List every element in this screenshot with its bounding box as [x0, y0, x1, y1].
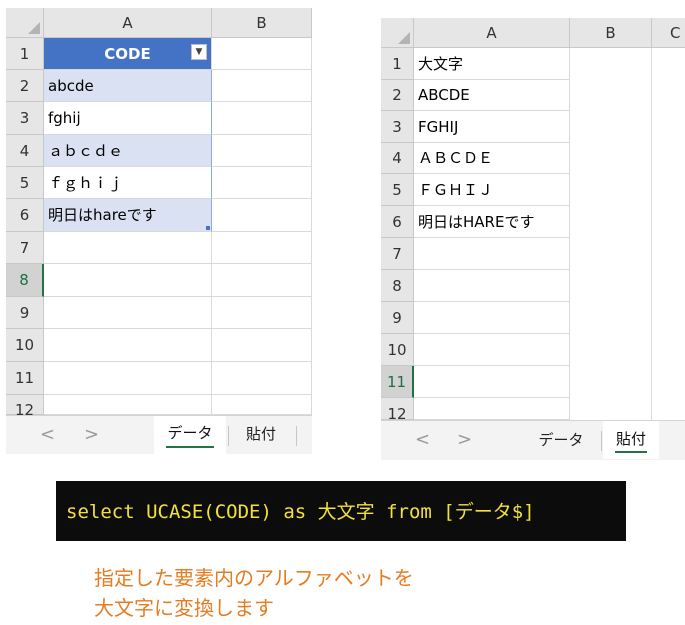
empty-cell[interactable]	[212, 362, 312, 395]
row-header[interactable]: 10	[6, 329, 44, 362]
row-header[interactable]: 11	[6, 362, 44, 395]
empty-cell[interactable]	[44, 297, 212, 329]
row-header[interactable]: 12	[6, 395, 44, 419]
row-header[interactable]: 4	[381, 143, 414, 174]
tab-label: 貼付	[615, 430, 646, 448]
tab-label: データ	[538, 431, 584, 449]
active-tab-underline	[166, 446, 214, 448]
empty-cell[interactable]	[212, 70, 312, 102]
empty-cell[interactable]	[414, 302, 570, 334]
column-header-a[interactable]: A	[44, 8, 212, 38]
table-cell[interactable]: ｆｇｈｉｊ	[44, 167, 212, 199]
table-header-code[interactable]: CODE ▼	[44, 38, 212, 70]
cell[interactable]: ＡＢＣＤＥ	[414, 143, 570, 174]
row-header-selected[interactable]: 11	[381, 366, 414, 398]
cell[interactable]: ＦＧＨＩＪ	[414, 174, 570, 206]
filter-dropdown-icon[interactable]: ▼	[191, 44, 207, 60]
table-header-label: CODE	[104, 45, 151, 63]
empty-cell[interactable]	[570, 48, 652, 420]
row-header[interactable]: 4	[6, 135, 44, 167]
empty-cell[interactable]	[44, 395, 212, 415]
row-header[interactable]: 2	[6, 70, 44, 102]
empty-cell[interactable]	[212, 167, 312, 199]
table-cell-text: 明日はhareです	[48, 206, 157, 224]
row-header[interactable]: 12	[381, 398, 414, 423]
tab-paste[interactable]: 貼付	[230, 416, 292, 454]
row-header[interactable]: 10	[381, 334, 414, 366]
tab-label: データ	[167, 424, 213, 442]
cell[interactable]: FGHIJ	[414, 111, 570, 143]
row-header[interactable]: 9	[6, 297, 44, 329]
tab-divider	[601, 431, 602, 451]
row-header[interactable]: 5	[381, 174, 414, 206]
tab-scroll-prev-icon[interactable]: <	[415, 429, 430, 450]
empty-cell[interactable]	[212, 102, 312, 135]
empty-cell[interactable]	[414, 334, 570, 366]
row-header[interactable]: 2	[381, 80, 414, 111]
table-cell[interactable]: fghij	[44, 102, 212, 135]
empty-cell[interactable]	[212, 395, 312, 415]
row-header[interactable]: 1	[6, 38, 44, 70]
select-all-corner[interactable]	[6, 8, 44, 38]
row-header[interactable]: 3	[6, 102, 44, 135]
empty-cell[interactable]	[212, 297, 312, 329]
column-header-a[interactable]: A	[414, 18, 570, 48]
row-header[interactable]: 5	[6, 167, 44, 199]
tab-divider	[228, 426, 229, 446]
tab-label: 貼付	[245, 425, 276, 443]
sheet-tab-bar: < > データ 貼付	[381, 420, 685, 460]
empty-cell[interactable]	[414, 398, 570, 420]
empty-cell[interactable]	[44, 232, 212, 264]
tab-divider	[296, 426, 297, 446]
empty-cell[interactable]	[212, 199, 312, 232]
empty-cell[interactable]	[652, 48, 685, 420]
empty-cell[interactable]	[44, 329, 212, 362]
row-header[interactable]: 7	[381, 238, 414, 270]
empty-cell[interactable]	[212, 232, 312, 264]
sql-statement: select UCASE(CODE) as 大文字 from [データ$]	[66, 501, 535, 523]
empty-cell[interactable]	[414, 238, 570, 270]
left-spreadsheet: A B 1 2 3 4 5 6 7 8 9 10 11 12 CODE ▼ ab…	[6, 8, 312, 454]
right-spreadsheet: A B C 1 2 3 4 5 6 7 8 9 10 11 12 大文字 ABC…	[381, 18, 685, 460]
tab-scroll-next-icon[interactable]: >	[457, 429, 472, 450]
row-header[interactable]: 8	[381, 270, 414, 302]
empty-cell[interactable]	[212, 329, 312, 362]
table-cell[interactable]: ａｂｃｄｅ	[44, 135, 212, 167]
row-header[interactable]: 1	[381, 48, 414, 80]
column-header-c[interactable]: C	[652, 18, 685, 48]
column-header-b[interactable]: B	[212, 8, 312, 38]
tab-scroll-prev-icon[interactable]: <	[40, 424, 55, 445]
cell[interactable]: 明日はHAREです	[414, 206, 570, 238]
row-header[interactable]: 3	[381, 111, 414, 143]
active-tab-underline	[615, 451, 647, 453]
caption-line: 大文字に変換します	[94, 596, 274, 620]
select-all-corner[interactable]	[381, 18, 414, 48]
empty-cell[interactable]	[44, 264, 212, 297]
row-header-selected[interactable]: 8	[6, 264, 44, 297]
empty-cell[interactable]	[212, 264, 312, 297]
table-resize-handle[interactable]	[206, 226, 210, 230]
empty-cell[interactable]	[414, 366, 570, 398]
caption-line: 指定した要素内のアルファベットを	[94, 566, 414, 590]
table-cell[interactable]: abcde	[44, 70, 212, 102]
empty-cell[interactable]	[44, 362, 212, 395]
row-header[interactable]: 6	[381, 206, 414, 238]
tab-data[interactable]: データ	[154, 416, 226, 454]
column-header-b[interactable]: B	[570, 18, 652, 48]
cell[interactable]: 大文字	[414, 48, 570, 80]
cell[interactable]: ABCDE	[414, 80, 570, 111]
row-header[interactable]: 7	[6, 232, 44, 264]
empty-cell[interactable]	[212, 135, 312, 167]
tab-paste[interactable]: 貼付	[603, 421, 659, 459]
sheet-tab-bar: < > データ 貼付	[6, 415, 312, 454]
sql-code-box: select UCASE(CODE) as 大文字 from [データ$]	[56, 481, 626, 541]
empty-cell[interactable]	[414, 270, 570, 302]
tab-scroll-next-icon[interactable]: >	[84, 424, 99, 445]
tab-data[interactable]: データ	[531, 421, 591, 459]
row-header[interactable]: 9	[381, 302, 414, 334]
table-cell[interactable]: 明日はhareです	[44, 199, 212, 232]
row-header[interactable]: 6	[6, 199, 44, 232]
empty-cell[interactable]	[212, 38, 312, 70]
